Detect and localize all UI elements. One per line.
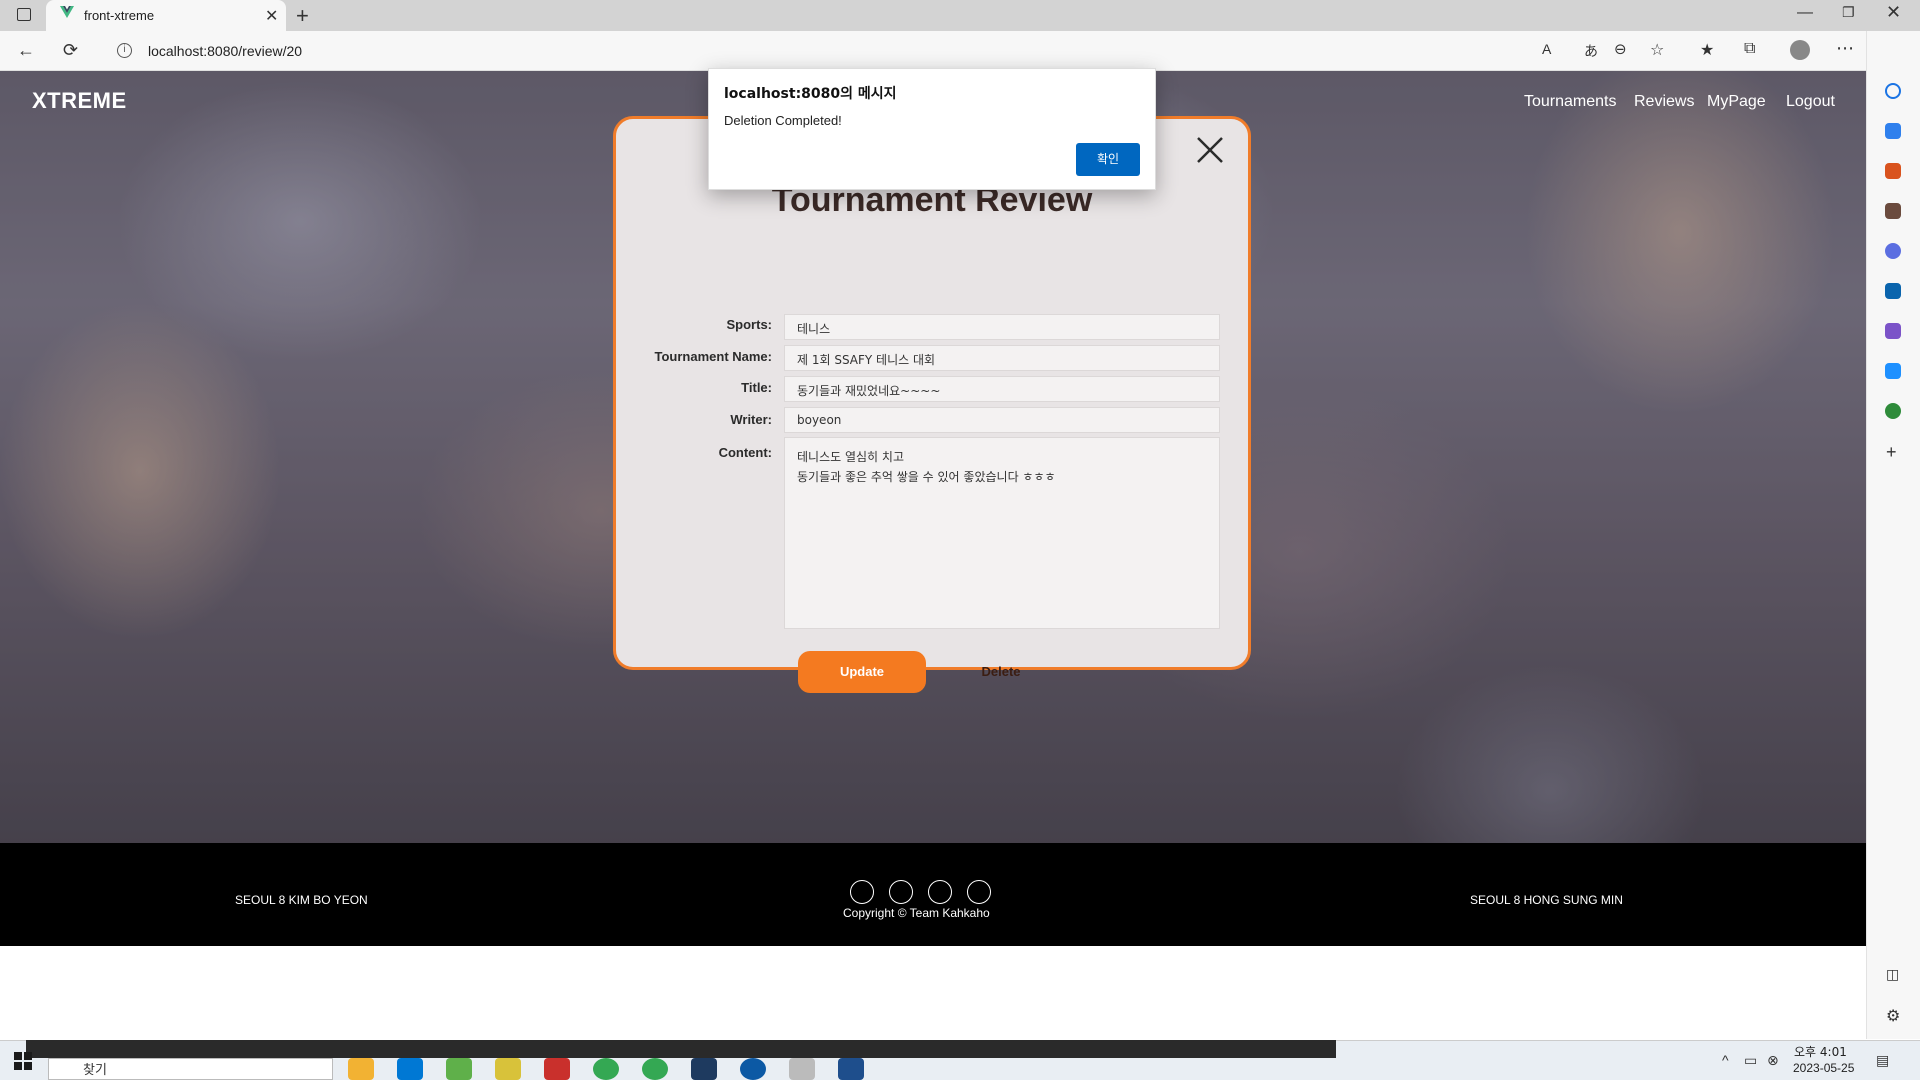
browser-tab[interactable]: [46, 0, 286, 31]
new-tab-icon[interactable]: +: [296, 3, 309, 29]
zoom-out-icon[interactable]: ⊖: [1614, 40, 1627, 58]
outlook-icon[interactable]: [1885, 283, 1901, 299]
app-icon[interactable]: [446, 1058, 472, 1080]
tournament-name-field[interactable]: 제 1회 SSAFY 테니스 대회: [784, 345, 1220, 371]
content-label: Content:: [718, 445, 772, 460]
tools-icon[interactable]: [1885, 163, 1901, 179]
modal-close-icon[interactable]: [1192, 132, 1228, 168]
app-icon[interactable]: [789, 1058, 815, 1080]
edge-icon[interactable]: [740, 1058, 766, 1080]
tab-title: front-xtreme: [84, 8, 155, 23]
writer-field[interactable]: boyeon: [784, 407, 1220, 433]
drop-icon[interactable]: [1885, 363, 1901, 379]
terminal-icon[interactable]: [691, 1058, 717, 1080]
notification-icon[interactable]: ▤: [1876, 1052, 1889, 1069]
dialog-message: Deletion Completed!: [724, 113, 842, 128]
games-icon[interactable]: [1885, 203, 1901, 219]
mail-icon[interactable]: [928, 880, 952, 904]
nav-mypage[interactable]: MyPage: [1707, 93, 1766, 111]
chrome-icon[interactable]: [642, 1058, 668, 1080]
tray-chevron-icon[interactable]: ^: [1722, 1052, 1729, 1068]
favorites-icon[interactable]: ★: [1700, 40, 1714, 60]
address-bar[interactable]: localhost:8080/review/20: [148, 43, 302, 59]
restore-icon[interactable]: ❐: [1842, 4, 1855, 21]
sidebar-layout-icon[interactable]: ◫: [1886, 966, 1899, 983]
github-icon[interactable]: [889, 880, 913, 904]
app-icon[interactable]: [838, 1058, 864, 1080]
translate-icon[interactable]: あ: [1584, 41, 1598, 61]
chrome-icon[interactable]: [593, 1058, 619, 1080]
nav-reviews[interactable]: Reviews: [1634, 93, 1694, 111]
title-field[interactable]: 동기들과 재밌었네요~~~~: [784, 376, 1220, 402]
app-icon[interactable]: [495, 1058, 521, 1080]
browser-tab-bar: [0, 0, 1920, 31]
update-button[interactable]: Update: [798, 651, 926, 693]
tree-icon[interactable]: [1885, 403, 1901, 419]
more-menu-icon[interactable]: ⋯: [1836, 38, 1854, 59]
content-textarea[interactable]: 테니스도 열심히 치고 동기들과 좋은 추억 쌓을 수 있어 좋았습니다 ㅎㅎㅎ: [784, 437, 1220, 629]
tournament-name-label: Tournament Name:: [654, 349, 773, 364]
nav-logout[interactable]: Logout: [1786, 93, 1835, 111]
reload-icon[interactable]: ⟳: [63, 40, 78, 61]
read-aloud-icon[interactable]: A: [1542, 41, 1551, 57]
site-info-icon[interactable]: i: [117, 43, 132, 58]
office-icon[interactable]: [1885, 243, 1901, 259]
window-close-icon[interactable]: ✕: [1886, 2, 1901, 23]
vue-logo-icon: [60, 6, 74, 18]
clock-date: 2023-05-25: [1793, 1061, 1855, 1075]
taskbar-search-input[interactable]: 찾기: [48, 1058, 333, 1080]
add-sidebar-app-icon[interactable]: +: [1886, 442, 1897, 463]
settings-gear-icon[interactable]: ⚙: [1886, 1006, 1900, 1026]
tab-actions-icon[interactable]: [17, 8, 31, 21]
volume-icon[interactable]: ⊗: [1767, 1052, 1779, 1069]
search-icon[interactable]: [1885, 83, 1901, 99]
minimize-icon[interactable]: —: [1797, 4, 1813, 22]
profile-avatar[interactable]: [1790, 40, 1810, 60]
collections-icon[interactable]: ⧉: [1744, 40, 1755, 58]
taskbar-overlay-strip: [26, 1040, 1336, 1058]
footer-author-right: SEOUL 8 HONG SUNG MIN: [1470, 893, 1623, 907]
dialog-title: localhost:8080의 메시지: [724, 86, 897, 102]
sports-label: Sports:: [726, 317, 773, 332]
tab-close-icon[interactable]: ✕: [265, 6, 278, 26]
footer-author-left: SEOUL 8 KIM BO YEON: [235, 893, 368, 907]
dialog-ok-button[interactable]: 확인: [1076, 143, 1140, 176]
sports-field[interactable]: 테니스: [784, 314, 1220, 340]
designer-icon[interactable]: [1885, 323, 1901, 339]
writer-label: Writer:: [730, 412, 772, 427]
mail-icon[interactable]: [967, 880, 991, 904]
github-icon[interactable]: [850, 880, 874, 904]
nav-tournaments[interactable]: Tournaments: [1524, 93, 1617, 111]
windows-start-icon[interactable]: [14, 1052, 32, 1070]
copyright-text: Copyright © Team Kahkaho: [843, 906, 990, 920]
edge-sidebar: [1866, 31, 1920, 1039]
file-explorer-icon[interactable]: [348, 1058, 374, 1080]
back-icon[interactable]: ←: [17, 40, 35, 61]
vscode-icon[interactable]: [397, 1058, 423, 1080]
site-logo[interactable]: XTREME: [32, 88, 127, 114]
clock-time: 오후 4:01: [1794, 1045, 1847, 1059]
delete-button[interactable]: Delete: [955, 651, 1047, 693]
network-icon[interactable]: ▭: [1744, 1052, 1757, 1069]
favorite-add-icon[interactable]: ☆: [1650, 40, 1664, 60]
title-label: Title:: [741, 380, 772, 395]
app-icon[interactable]: [544, 1058, 570, 1080]
shopping-icon[interactable]: [1885, 123, 1901, 139]
